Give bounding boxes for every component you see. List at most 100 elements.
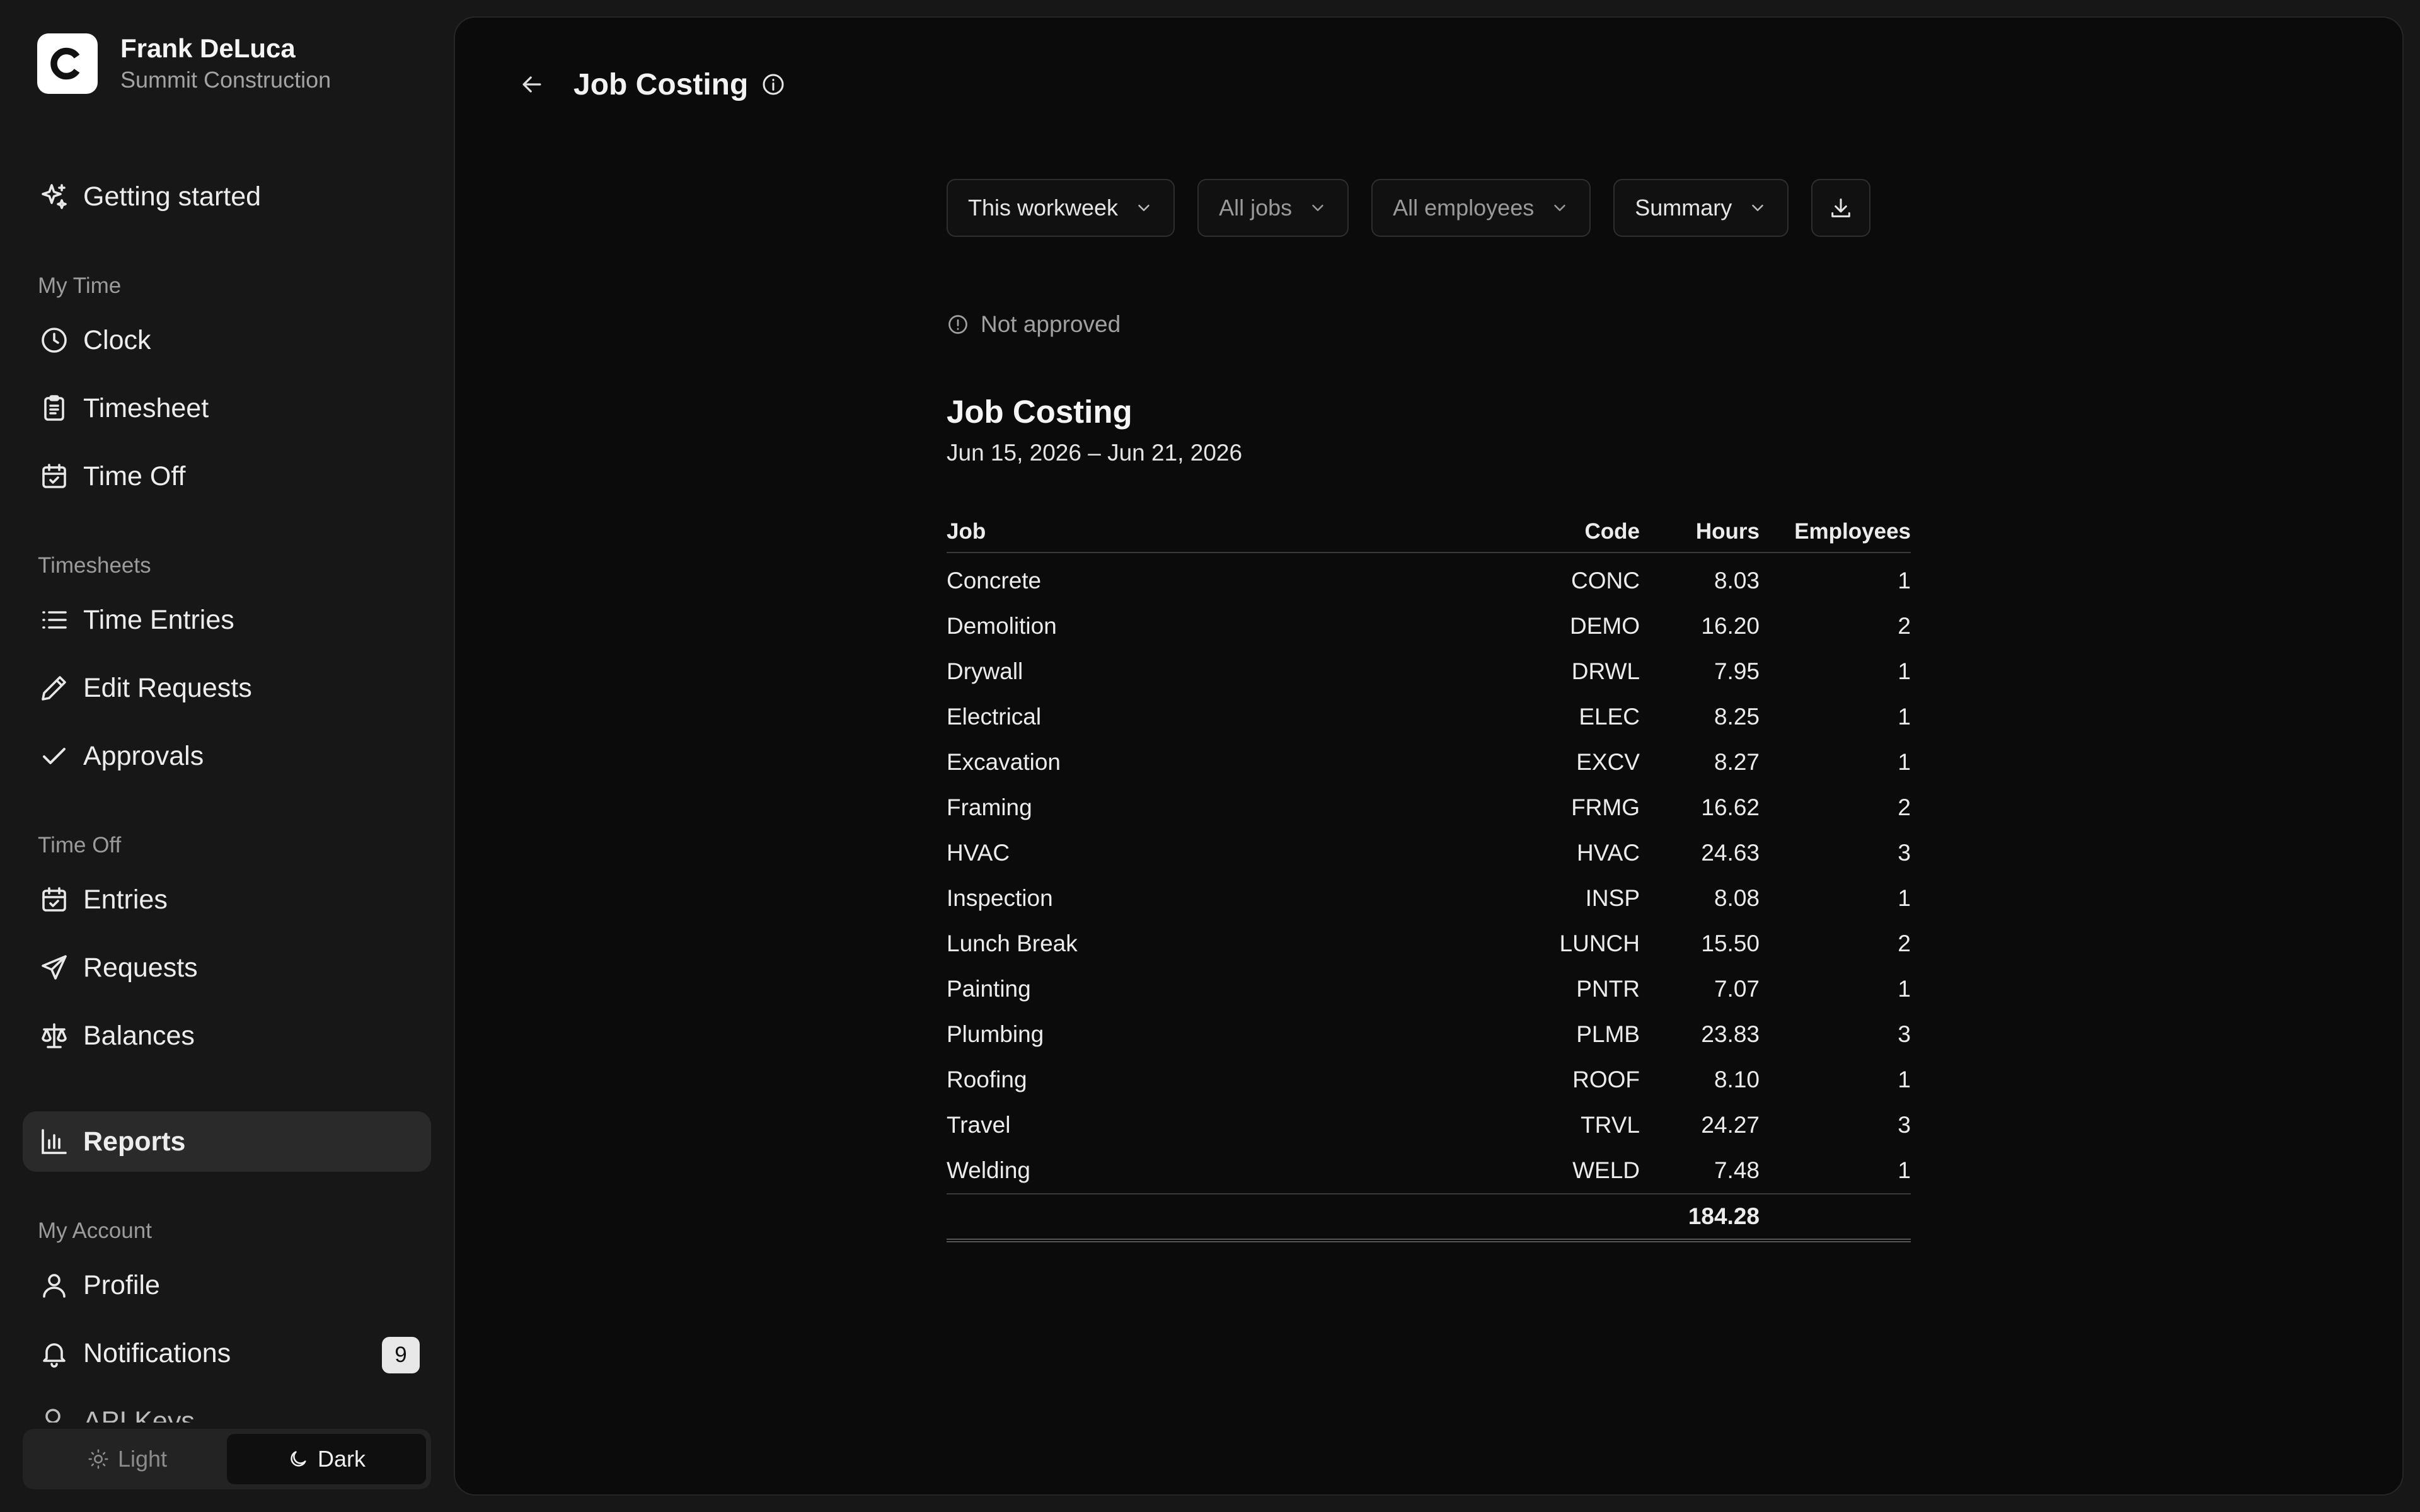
- nav-label: API Keys: [83, 1406, 195, 1423]
- cell-hours: 8.25: [1714, 704, 1760, 730]
- table-row: Travel TRVL 24.27 3: [947, 1102, 1911, 1148]
- cell-code: LUNCH: [1559, 931, 1640, 956]
- nav-label: Requests: [83, 952, 198, 983]
- page-title-text: Job Costing: [573, 67, 749, 101]
- clipboard-icon: [38, 392, 71, 425]
- nav-reports[interactable]: Reports: [23, 1111, 431, 1172]
- chevron-down-icon: [1554, 205, 1565, 211]
- cell-hours: 8.08: [1714, 885, 1760, 911]
- nav-label: Time Entries: [83, 604, 234, 635]
- section-my-account: My Account: [38, 1218, 152, 1243]
- cell-job: Lunch Break: [947, 931, 1078, 956]
- column-header-employees: Employees: [1760, 512, 1911, 553]
- cell-code: PLMB: [1576, 1021, 1640, 1047]
- cell-hours: 7.95: [1714, 658, 1760, 684]
- user-account-header[interactable]: Frank DeLuca Summit Construction: [37, 32, 331, 95]
- total-blank: [947, 1193, 1501, 1242]
- cell-hours: 7.07: [1714, 976, 1760, 1002]
- table-row: HVAC HVAC 24.63 3: [947, 830, 1911, 876]
- nav-label: Timesheet: [83, 392, 209, 423]
- cell-employees: 1: [1898, 749, 1911, 775]
- send-icon: [38, 951, 71, 984]
- nav-edit-requests[interactable]: Edit Requests: [23, 658, 431, 718]
- cell-hours: 8.27: [1714, 749, 1760, 775]
- cell-employees: 2: [1898, 794, 1911, 820]
- approval-status-text: Not approved: [981, 311, 1121, 337]
- check-icon: [38, 740, 71, 772]
- nav-approvals[interactable]: Approvals: [23, 726, 431, 786]
- report-filters: This workweek All jobs All employees Sum…: [947, 179, 1871, 237]
- download-icon: [1831, 198, 1851, 217]
- cell-employees: 1: [1898, 568, 1911, 593]
- scale-icon: [38, 1019, 71, 1052]
- nav-label: Entries: [83, 884, 168, 915]
- nav-time-off[interactable]: Time Off: [23, 446, 431, 507]
- cell-employees: 3: [1898, 840, 1911, 866]
- view-select-value: Summary: [1635, 195, 1732, 220]
- info-icon[interactable]: [761, 72, 786, 97]
- cell-employees: 1: [1898, 704, 1911, 730]
- cell-code: EXCV: [1576, 749, 1640, 775]
- nav-requests[interactable]: Requests: [23, 937, 431, 998]
- cell-hours: 16.62: [1701, 794, 1760, 820]
- job-costing-table: Job Code Hours Employees Concrete CONC 8.0…: [947, 512, 1911, 1242]
- table-row: Demolition DEMO 16.20 2: [947, 604, 1911, 649]
- theme-dark-option[interactable]: Dark: [227, 1434, 426, 1484]
- nav-timesheet[interactable]: Timesheet: [23, 378, 431, 438]
- nav-label: Reports: [83, 1126, 186, 1157]
- total-hours: 184.28: [1640, 1193, 1760, 1242]
- arrow-left-icon: [522, 76, 541, 93]
- table-row: Electrical ELEC 8.25 1: [947, 694, 1911, 740]
- cell-employees: 3: [1898, 1112, 1911, 1138]
- employees-select[interactable]: All employees: [1371, 179, 1591, 237]
- cell-code: TRVL: [1581, 1112, 1640, 1138]
- table-row: Roofing ROOF 8.10 1: [947, 1057, 1911, 1102]
- user-icon: [38, 1269, 71, 1302]
- clock-icon: [38, 324, 71, 357]
- cell-employees: 3: [1898, 1021, 1911, 1047]
- alert-circle-icon: [948, 315, 967, 334]
- view-select[interactable]: Summary: [1613, 179, 1789, 237]
- nav-label: Getting started: [83, 181, 262, 212]
- cell-hours: 24.27: [1701, 1112, 1760, 1138]
- cell-hours: 8.03: [1714, 568, 1760, 593]
- cell-hours: 24.63: [1701, 840, 1760, 866]
- bar-chart-icon: [38, 1125, 71, 1158]
- period-select[interactable]: This workweek: [947, 179, 1175, 237]
- nav-api-keys[interactable]: API Keys: [38, 1406, 441, 1423]
- cell-job: Roofing: [947, 1067, 1027, 1092]
- cell-job: Drywall: [947, 658, 1023, 684]
- cell-job: Excavation: [947, 749, 1061, 775]
- period-select-value: This workweek: [968, 195, 1119, 220]
- theme-light-option[interactable]: Light: [28, 1434, 227, 1484]
- page-title: Job Costing: [573, 53, 786, 116]
- nav-time-entries[interactable]: Time Entries: [23, 590, 431, 650]
- cell-employees: 2: [1898, 931, 1911, 956]
- nav-balances[interactable]: Balances: [23, 1005, 431, 1066]
- main-panel: Job Costing This workweek All jobs All e…: [454, 16, 2404, 1496]
- jobs-select[interactable]: All jobs: [1197, 179, 1349, 237]
- chevron-down-icon: [1752, 205, 1764, 211]
- cell-job: Demolition: [947, 613, 1057, 639]
- company-logo: [37, 33, 98, 94]
- company-logo-icon: [50, 47, 80, 80]
- total-blank: [1760, 1193, 1911, 1242]
- table-row: Welding WELD 7.48 1: [947, 1148, 1911, 1194]
- sun-icon: [88, 1449, 108, 1469]
- cell-code: FRMG: [1571, 794, 1640, 820]
- cell-employees: 1: [1898, 885, 1911, 911]
- nav-label: Balances: [83, 1020, 195, 1051]
- nav-entries[interactable]: Entries: [23, 869, 431, 930]
- back-button[interactable]: [500, 53, 563, 116]
- table-header-row: Job Code Hours Employees: [947, 512, 1911, 553]
- nav-getting-started[interactable]: Getting started: [23, 166, 431, 227]
- nav-label: Edit Requests: [83, 672, 252, 703]
- nav-profile[interactable]: Profile: [23, 1255, 431, 1315]
- download-button[interactable]: [1811, 179, 1871, 237]
- nav-label: Time Off: [83, 461, 186, 491]
- table-row: Framing FRMG 16.62 2: [947, 785, 1911, 830]
- nav-clock[interactable]: Clock: [23, 310, 431, 370]
- nav-notifications[interactable]: Notifications 9: [23, 1323, 431, 1383]
- cell-employees: 1: [1898, 976, 1911, 1002]
- cell-code: DEMO: [1570, 613, 1640, 639]
